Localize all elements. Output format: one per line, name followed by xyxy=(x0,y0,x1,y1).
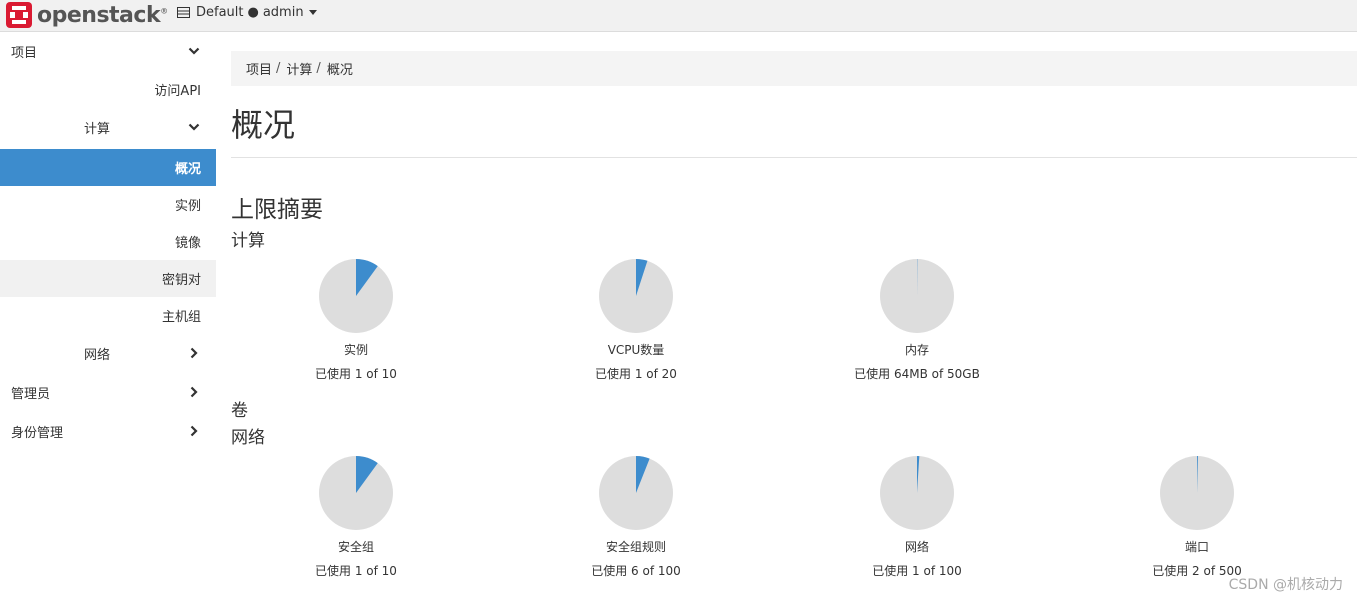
sidebar-item-label: 身份管理 xyxy=(11,426,64,441)
chevron-right-icon xyxy=(190,347,198,359)
sidebar-item[interactable]: 网络 xyxy=(0,335,216,372)
compute-group-title: 计算 xyxy=(231,231,265,251)
volume-group-title: 卷 xyxy=(231,401,248,421)
chevron-down-icon xyxy=(188,47,200,55)
sidebar: 项目访问API 计算概况实例镜像密钥对主机组网络管理员身份管理 xyxy=(0,33,216,602)
top-navbar: openstack® Default ● admin xyxy=(0,0,1357,32)
quota-name: 安全组 xyxy=(337,540,374,554)
quota-usage: 已使用 1 of 10 xyxy=(315,367,397,381)
breadcrumb-item-project[interactable]: 项目 xyxy=(246,59,272,78)
brand-name: openstack® xyxy=(37,2,168,28)
breadcrumb-separator: / xyxy=(276,61,281,76)
project-switcher[interactable]: Default ● admin xyxy=(177,5,317,20)
pie-chart xyxy=(880,456,954,530)
sidebar-item-label: 概况 xyxy=(174,162,201,177)
sidebar-item-label: 主机组 xyxy=(161,310,201,325)
breadcrumb-item-overview: 概况 xyxy=(326,63,353,78)
quota-name: 安全组规则 xyxy=(605,540,666,554)
domain-name: Default xyxy=(196,5,244,20)
server-icon xyxy=(177,7,190,18)
sidebar-item[interactable]: 项目 xyxy=(0,33,216,70)
quota-chart: 安全组规则已使用 6 of 100 xyxy=(536,455,736,579)
page-title: 概况 xyxy=(231,106,296,144)
chevron-right-icon xyxy=(190,386,198,398)
quota-usage: 已使用 64MB of 50GB xyxy=(854,367,980,381)
title-divider xyxy=(231,157,1357,158)
pie-chart xyxy=(319,259,393,333)
sidebar-item[interactable]: 计算 xyxy=(0,109,216,146)
sidebar-item-label: 计算 xyxy=(84,122,111,137)
quota-name: VCPU数量 xyxy=(607,343,665,357)
pie-chart xyxy=(319,456,393,530)
sidebar-item-label: 实例 xyxy=(174,199,201,214)
project-name: admin xyxy=(262,5,304,20)
sidebar-item[interactable]: 概况 xyxy=(0,149,216,186)
pie-chart xyxy=(880,259,954,333)
openstack-logo-icon xyxy=(6,2,32,28)
quota-name: 端口 xyxy=(1184,540,1209,554)
sidebar-item[interactable]: 访问API xyxy=(0,71,216,108)
quota-usage: 已使用 1 of 20 xyxy=(595,367,677,381)
quota-name: 内存 xyxy=(904,343,929,357)
sidebar-item-label: 网络 xyxy=(84,348,111,363)
quota-usage: 已使用 1 of 100 xyxy=(872,564,962,578)
quota-chart: 安全组已使用 1 of 10 xyxy=(256,455,456,579)
sidebar-item[interactable]: 镜像 xyxy=(0,223,216,260)
quota-usage: 已使用 6 of 100 xyxy=(591,564,681,578)
quota-chart: 端口 已使用 2 of 500 xyxy=(1097,455,1297,579)
pie-chart xyxy=(599,456,673,530)
pie-chart xyxy=(599,259,673,333)
sidebar-item-label: 管理员 xyxy=(11,387,51,402)
quota-chart: 实例已使用 1 of 10 xyxy=(256,258,456,382)
pie-chart xyxy=(1160,456,1234,530)
brand[interactable]: openstack® xyxy=(5,1,168,29)
sidebar-item-label: 密钥对 xyxy=(161,273,201,288)
network-group-title: 网络 xyxy=(231,428,265,448)
separator-dot-icon: ● xyxy=(247,5,259,20)
quota-name: 网络 xyxy=(904,540,929,554)
watermark: CSDN @机核动力 xyxy=(1228,577,1343,593)
chevron-down-icon xyxy=(188,123,200,131)
quota-chart: 内存已使用 64MB of 50GB xyxy=(817,258,1017,382)
breadcrumb: 项目 / 计算 / 概况 xyxy=(231,51,1357,86)
sidebar-item[interactable]: 密钥对 xyxy=(0,260,216,297)
quota-chart: VCPU数量 已使用 1 of 20 xyxy=(536,258,736,382)
limit-summary-title: 上限摘要 xyxy=(231,197,323,223)
sidebar-item-label: 访问API xyxy=(154,84,201,99)
sidebar-item[interactable]: 实例 xyxy=(0,186,216,223)
chevron-right-icon xyxy=(190,425,198,437)
caret-down-icon xyxy=(308,10,317,15)
sidebar-item[interactable]: 主机组 xyxy=(0,297,216,334)
quota-name: 实例 xyxy=(343,343,368,357)
sidebar-item[interactable]: 管理员 xyxy=(0,374,216,411)
breadcrumb-separator: / xyxy=(316,61,321,76)
sidebar-item[interactable]: 身份管理 xyxy=(0,413,216,450)
quota-chart: 网络已使用 1 of 100 xyxy=(817,455,1017,579)
quota-usage: 已使用 1 of 10 xyxy=(315,564,397,578)
breadcrumb-item-compute[interactable]: 计算 xyxy=(286,59,312,78)
sidebar-item-label: 镜像 xyxy=(174,236,201,251)
sidebar-item-label: 项目 xyxy=(11,46,38,61)
